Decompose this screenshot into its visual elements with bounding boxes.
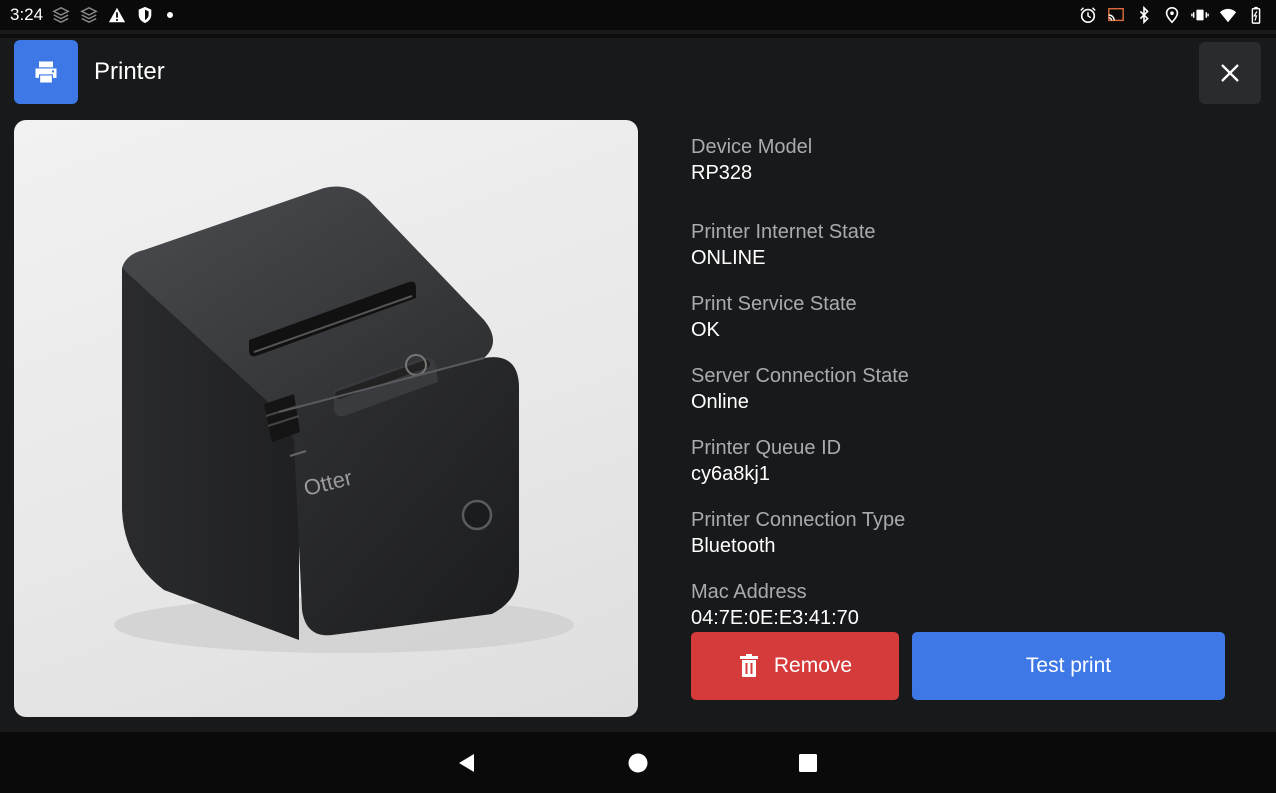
detail-label: Server Connection State (691, 365, 909, 387)
vibrate-icon (1190, 6, 1210, 24)
detail-label: Device Model (691, 136, 813, 158)
close-icon (1221, 64, 1239, 82)
printer-icon (35, 61, 57, 83)
warning-icon (107, 6, 127, 24)
detail-device-model: Device Model RP328 (691, 134, 1251, 186)
location-icon (1162, 6, 1182, 24)
detail-label: Print Service State (691, 293, 857, 315)
layers-icon (79, 6, 99, 24)
remove-button-label: Remove (773, 654, 853, 677)
back-button[interactable] (456, 752, 478, 774)
detail-connection-type: Printer Connection Type Bluetooth (691, 507, 1251, 559)
layers-icon (51, 6, 71, 24)
remove-button[interactable]: Remove (691, 632, 899, 700)
detail-value: cy6a8kj1 (691, 463, 770, 485)
status-bar: 3:24 (0, 0, 1276, 30)
detail-label: Printer Connection Type (691, 509, 906, 531)
home-button[interactable] (627, 752, 649, 774)
status-right (1078, 6, 1266, 24)
shield-icon (135, 6, 155, 24)
detail-value: OK (691, 319, 720, 341)
back-triangle-icon (459, 754, 474, 772)
page-title: Printer (94, 58, 165, 85)
recents-square-icon (799, 754, 817, 772)
detail-label: Printer Internet State (691, 221, 876, 243)
printer-app-icon (14, 40, 78, 104)
detail-print-service-state: Print Service State OK (691, 291, 1251, 343)
notification-dot (167, 12, 174, 18)
trash-icon (739, 654, 758, 677)
recents-button[interactable] (797, 752, 819, 774)
navigation-bar (0, 732, 1276, 793)
printer-dialog: Printer Otter Device Model RP328 Printer… (0, 30, 1276, 732)
bluetooth-icon (1134, 6, 1154, 24)
detail-value: ONLINE (691, 247, 766, 269)
detail-value: RP328 (691, 162, 753, 184)
detail-label: Mac Address (691, 581, 807, 603)
test-print-button[interactable]: Test print (912, 632, 1225, 700)
detail-value: Bluetooth (691, 535, 776, 557)
battery-icon (1246, 6, 1266, 24)
header-divider (0, 34, 1276, 38)
printer-product-image: Otter (14, 120, 638, 717)
receipt-printer-illustration: Otter (114, 186, 574, 653)
detail-internet-state: Printer Internet State ONLINE (691, 219, 1251, 271)
detail-label: Printer Queue ID (691, 437, 842, 459)
printer-details: Device Model RP328 Printer Internet Stat… (691, 134, 1251, 630)
detail-mac-address: Mac Address 04:7E:0E:E3:41:70 (691, 579, 1251, 630)
cast-icon (1106, 6, 1126, 24)
status-left: 3:24 (10, 5, 174, 25)
detail-value: Online (691, 391, 749, 413)
close-button[interactable] (1199, 42, 1261, 104)
detail-value: 04:7E:0E:E3:41:70 (691, 607, 859, 629)
detail-printer-queue-id: Printer Queue ID cy6a8kj1 (691, 435, 1251, 487)
wifi-icon (1218, 6, 1238, 24)
alarm-icon (1078, 6, 1098, 24)
detail-server-connection-state: Server Connection State Online (691, 363, 1251, 415)
home-circle-icon (628, 753, 648, 773)
status-time: 3:24 (10, 5, 44, 24)
